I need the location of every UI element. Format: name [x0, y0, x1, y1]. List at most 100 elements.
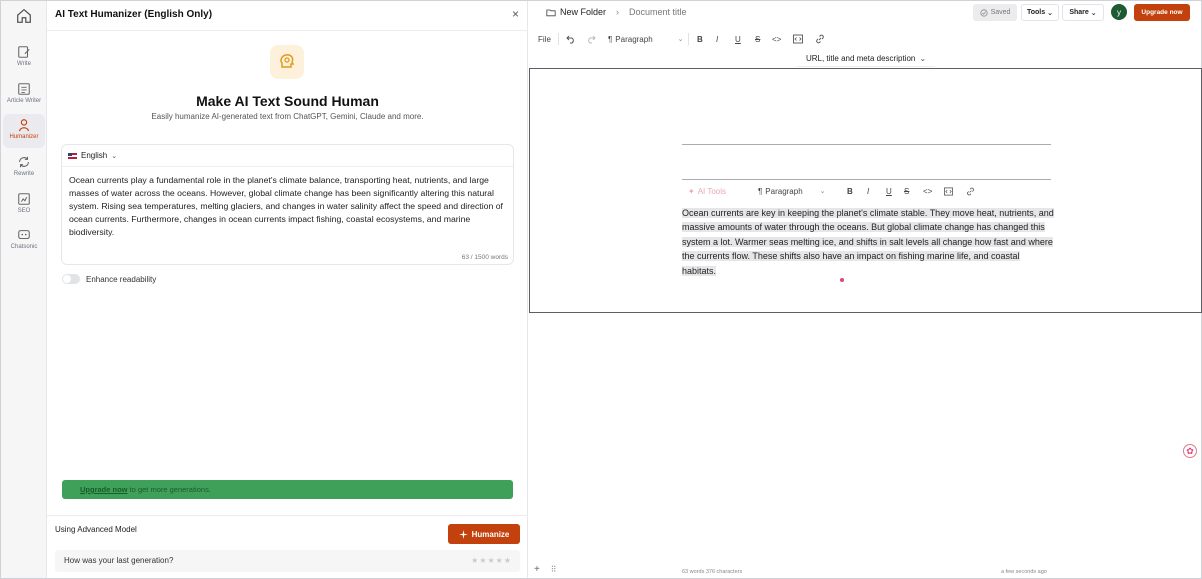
- enhance-readability-toggle[interactable]: [62, 274, 80, 284]
- upgrade-link[interactable]: Upgrade now: [80, 485, 128, 494]
- input-textarea[interactable]: Ocean currents play a fundamental role i…: [69, 174, 509, 239]
- underline-icon[interactable]: U: [886, 185, 892, 197]
- hero-title: Make AI Text Sound Human: [196, 93, 379, 109]
- upgrade-now-button[interactable]: Upgrade now: [1134, 4, 1190, 21]
- file-menu[interactable]: File: [538, 32, 551, 46]
- share-button[interactable]: Share ⌄: [1062, 4, 1104, 21]
- code-icon[interactable]: <>: [772, 32, 781, 46]
- meta-label: URL, title and meta description: [805, 53, 916, 63]
- divider: [688, 33, 689, 45]
- us-flag-icon: [68, 152, 77, 159]
- star-rating[interactable]: ★★★★★: [471, 556, 512, 565]
- close-icon[interactable]: ×: [512, 7, 519, 21]
- code-icon[interactable]: <>: [923, 185, 932, 197]
- sparkle-icon: ✦: [688, 186, 695, 196]
- folder-icon: [546, 9, 556, 16]
- rail-label: Write: [17, 61, 31, 67]
- word-count: 63 / 1500 words: [461, 254, 508, 261]
- ai-tools-label: AI Tools: [697, 186, 727, 196]
- enhance-readability-label: Enhance readability: [86, 274, 157, 284]
- meta-description-toggle[interactable]: URL, title and meta description ⌄: [797, 50, 935, 67]
- rail-label: Rewrite: [13, 171, 35, 177]
- chevron-down-icon: ⌄: [677, 36, 684, 43]
- chevron-down-icon: ⌄: [919, 53, 927, 63]
- rail-item-rewrite[interactable]: Rewrite: [3, 151, 45, 185]
- check-circle-icon: [979, 8, 988, 17]
- home-icon[interactable]: [15, 7, 33, 25]
- divider: [558, 33, 559, 45]
- rail-label: Article Writer: [6, 98, 42, 104]
- upgrade-banner-text: to get more generations.: [127, 485, 211, 494]
- language-label: English: [81, 151, 108, 160]
- chevron-down-icon: ⌄: [1090, 9, 1097, 17]
- brain-icon: [270, 45, 304, 79]
- divider: [47, 30, 528, 31]
- chevron-down-icon: ⌄: [819, 188, 826, 195]
- share-label: Share: [1069, 9, 1089, 16]
- rail-label: Chatsonic: [10, 244, 38, 250]
- left-rail: Write Article Writer Humanizer Rewrite S…: [1, 1, 47, 578]
- rail-label: SEO: [17, 208, 31, 214]
- saved-status: Saved: [973, 4, 1017, 21]
- redo-icon[interactable]: [586, 32, 596, 46]
- rail-item-article-writer[interactable]: Article Writer: [3, 78, 45, 112]
- divider: [47, 515, 528, 516]
- language-select[interactable]: English ⌄: [68, 151, 117, 160]
- bold-icon[interactable]: B: [697, 32, 703, 46]
- rail-label: Humanizer: [9, 134, 39, 140]
- selected-text: Ocean currents are key in keeping the pl…: [682, 208, 1054, 276]
- title-line: [682, 144, 1051, 145]
- strikethrough-icon[interactable]: S: [904, 185, 909, 197]
- link-icon[interactable]: [815, 32, 825, 46]
- rail-item-write[interactable]: Write: [3, 41, 45, 75]
- seo-icon: [18, 193, 30, 205]
- last-saved-time: a few seconds ago: [1001, 569, 1047, 575]
- input-card: English ⌄ Ocean currents play a fundamen…: [61, 144, 514, 265]
- breadcrumb: New Folder › Document title: [546, 7, 687, 17]
- undo-icon[interactable]: [566, 32, 576, 46]
- italic-icon[interactable]: I: [867, 185, 869, 197]
- folder-name: New Folder: [560, 7, 607, 17]
- assistant-icon[interactable]: ✿: [1183, 444, 1197, 458]
- humanize-label: Humanize: [471, 529, 510, 539]
- link-icon[interactable]: [966, 185, 975, 197]
- rail-item-chatsonic[interactable]: Chatsonic: [3, 224, 45, 258]
- bold-icon[interactable]: B: [847, 185, 853, 197]
- panel-title: AI Text Humanizer (English Only): [55, 9, 213, 20]
- rail-item-humanizer[interactable]: Humanizer: [3, 114, 45, 148]
- pilcrow-icon: ¶: [758, 186, 763, 196]
- cursor-marker: [840, 278, 844, 282]
- enhance-readability-row: Enhance readability: [62, 274, 156, 284]
- tools-label: Tools: [1026, 9, 1046, 16]
- write-icon: [18, 46, 30, 58]
- strikethrough-icon[interactable]: S: [755, 32, 760, 46]
- paragraph-label: Paragraph: [615, 34, 653, 44]
- tools-button[interactable]: Tools ⌄: [1021, 4, 1059, 21]
- code-block-icon[interactable]: [944, 185, 953, 197]
- ai-tools-button[interactable]: ✦ AI Tools: [688, 185, 726, 197]
- italic-icon[interactable]: I: [716, 32, 718, 46]
- code-block-icon[interactable]: [793, 32, 803, 46]
- rail-item-seo[interactable]: SEO: [3, 188, 45, 222]
- upgrade-banner: Upgrade now to get more generations.: [62, 480, 513, 499]
- breadcrumb-separator: ›: [616, 7, 620, 17]
- rewrite-icon: [19, 156, 29, 168]
- avatar[interactable]: y: [1111, 4, 1127, 20]
- document-title[interactable]: Document title: [629, 7, 687, 17]
- hero-subtitle: Easily humanize AI-generated text from C…: [151, 112, 424, 121]
- underline-icon[interactable]: U: [735, 32, 741, 46]
- chevron-down-icon: ⌄: [1047, 9, 1054, 17]
- editor-header: New Folder › Document title Saved Tools …: [529, 1, 1201, 25]
- document-body[interactable]: Ocean currents are key in keeping the pl…: [682, 206, 1054, 278]
- breadcrumb-folder[interactable]: New Folder: [546, 7, 606, 17]
- add-block-icon[interactable]: + ⠿: [534, 564, 556, 575]
- humanize-button[interactable]: Humanize: [448, 524, 520, 544]
- saved-label: Saved: [990, 9, 1011, 16]
- sparkle-icon: [458, 529, 468, 539]
- pilcrow-icon: ¶: [608, 34, 613, 44]
- chat-icon: [18, 230, 30, 240]
- divider: [62, 166, 513, 167]
- paragraph-select[interactable]: ¶ Paragraph ⌄: [608, 32, 684, 46]
- subtitle-line: [682, 179, 1051, 180]
- paragraph-select[interactable]: ¶ Paragraph ⌄: [758, 185, 826, 197]
